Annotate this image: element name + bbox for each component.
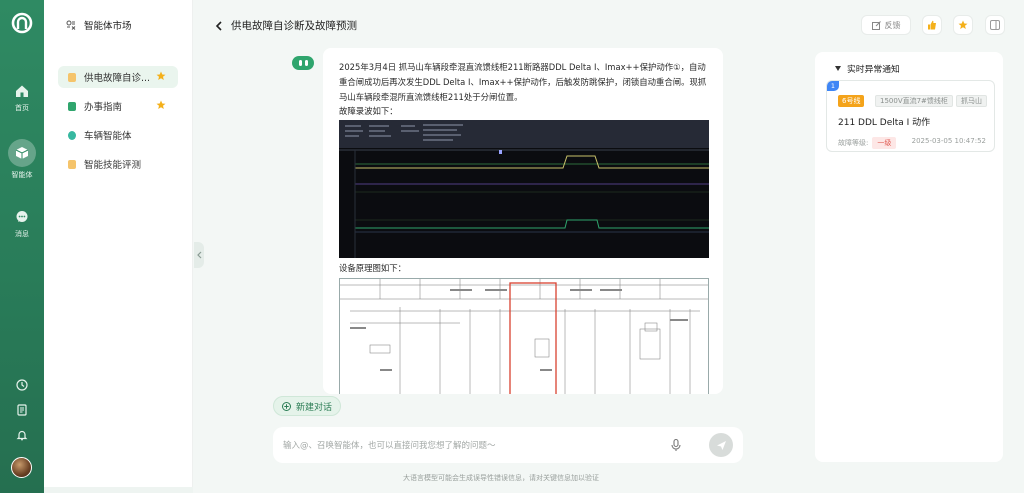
agent-icon — [68, 72, 76, 82]
caret-down-icon — [835, 66, 841, 71]
alert-card[interactable]: 1 6号线 1500V直流7#馈线柜 抓马山 211 DDL Delta I 动… — [826, 80, 995, 152]
sidebar-item-guide[interactable]: 办事指南 — [58, 95, 178, 117]
sidebar-item-label: 车辆智能体 — [84, 131, 132, 142]
left-rail: 首页 智能体 消息 — [0, 0, 44, 493]
schematic-caption: 设备原理图如下： — [339, 263, 406, 273]
alerts-title-label: 实时异常通知 — [847, 65, 900, 75]
thumbs-up-icon — [928, 20, 936, 30]
main-area: 供电故障自诊断及故障预测 反馈 2025年3月4日 抓马山车辆段牵混直流馈线柜2… — [193, 0, 1024, 493]
edit-icon — [871, 20, 881, 30]
sidebar-item-fault-diagnosis[interactable]: 供电故障自诊... — [58, 66, 178, 88]
feedback-button[interactable]: 反馈 — [861, 15, 911, 35]
cabinet-tag: 1500V直流7#馈线柜 — [875, 95, 953, 107]
star-icon[interactable] — [156, 71, 166, 81]
back-button[interactable]: 供电故障自诊断及故障预测 — [215, 18, 357, 33]
agent-icon — [68, 101, 76, 111]
star-icon — [958, 20, 968, 29]
level-label: 故障等级: — [838, 139, 869, 147]
page-title: 供电故障自诊断及故障预测 — [231, 20, 357, 32]
feedback-label: 反馈 — [884, 20, 901, 30]
bot-avatar-icon — [292, 56, 314, 70]
avatar[interactable] — [11, 457, 32, 478]
favorite-button[interactable] — [953, 15, 973, 35]
rail-item-label: 智能体 — [11, 171, 33, 179]
chevron-left-icon — [215, 20, 222, 31]
sidebar-title-label: 智能体市场 — [84, 21, 132, 32]
document-icon[interactable] — [13, 401, 31, 419]
assistant-message: 2025年3月4日 抓马山车辆段牵混直流馈线柜211断路器DDL Delta I… — [323, 48, 723, 394]
panel-toggle-button[interactable] — [985, 15, 1005, 35]
cube-icon — [13, 144, 31, 162]
alert-level: 故障等级: 一级 — [838, 137, 897, 149]
microphone-icon[interactable] — [669, 438, 683, 452]
thumbs-up-button[interactable] — [922, 15, 942, 35]
rail-item-messages[interactable]: 消息 — [13, 208, 31, 239]
bell-icon[interactable] — [13, 426, 31, 444]
alert-time: 2025-03-05 10:47:52 — [911, 137, 986, 145]
sidebar-item-label: 智能技能评测 — [84, 160, 142, 171]
chat-input[interactable]: 输入@、召唤智能体，也可以直接问我您想了解的问题～ — [273, 427, 743, 463]
message-text: 2025年3月4日 抓马山车辆段牵混直流馈线柜211断路器DDL Delta I… — [339, 62, 707, 102]
sidebar-title: 智能体市场 — [66, 18, 132, 32]
alerts-panel-title[interactable]: 实时异常通知 — [835, 62, 900, 75]
equipment-schematic-image[interactable] — [339, 278, 709, 394]
sidebar-item-skill-eval[interactable]: 智能技能评测 — [58, 153, 178, 175]
alert-title: 211 DDL Delta I 动作 — [838, 118, 931, 128]
chevron-left-icon — [196, 251, 201, 259]
home-icon — [13, 82, 31, 100]
alerts-panel: 实时异常通知 1 6号线 1500V直流7#馈线柜 抓马山 211 DDL De… — [815, 52, 1003, 462]
star-icon[interactable] — [156, 100, 166, 110]
new-chat-button[interactable]: 新建对话 — [273, 396, 342, 416]
rail-item-home[interactable]: 首页 — [13, 82, 31, 113]
agent-icon — [68, 130, 76, 140]
fault-waveform-image[interactable] — [339, 120, 709, 258]
rail-item-label: 首页 — [15, 104, 29, 112]
level-badge: 一级 — [872, 137, 897, 149]
send-icon — [716, 440, 726, 450]
chat-input-placeholder: 输入@、召唤智能体，也可以直接问我您想了解的问题～ — [283, 441, 496, 451]
sidebar-item-label: 办事指南 — [84, 102, 123, 113]
rail-item-label: 消息 — [15, 230, 29, 238]
agent-icon — [68, 159, 76, 169]
chat-icon — [13, 208, 31, 226]
plus-circle-icon — [282, 401, 291, 411]
alert-index-badge: 1 — [827, 81, 839, 91]
sidebar-item-label: 供电故障自诊... — [84, 73, 151, 84]
rail-item-agent[interactable]: 智能体 — [8, 139, 36, 180]
send-button[interactable] — [709, 433, 733, 457]
sidebar-item-vehicle[interactable]: 车辆智能体 — [58, 124, 178, 146]
sidebar-collapse-handle[interactable] — [194, 242, 204, 268]
new-chat-label: 新建对话 — [296, 402, 333, 413]
disclaimer-text: 大语言模型可能会生成误导性错误信息，请对关键信息加以验证 — [403, 474, 599, 482]
topbar: 供电故障自诊断及故障预测 反馈 — [193, 0, 1024, 48]
station-tag: 抓马山 — [956, 95, 987, 107]
app-logo-icon[interactable] — [11, 12, 33, 34]
agent-sidebar: 智能体市场 供电故障自诊... 办事指南 车辆智能体 智能技能评测 — [44, 0, 193, 487]
wave-caption: 故障录波如下： — [339, 106, 398, 116]
line-tag: 6号线 — [838, 95, 865, 107]
panel-icon — [990, 20, 1000, 30]
history-icon[interactable] — [13, 376, 31, 394]
market-icon — [66, 20, 76, 30]
